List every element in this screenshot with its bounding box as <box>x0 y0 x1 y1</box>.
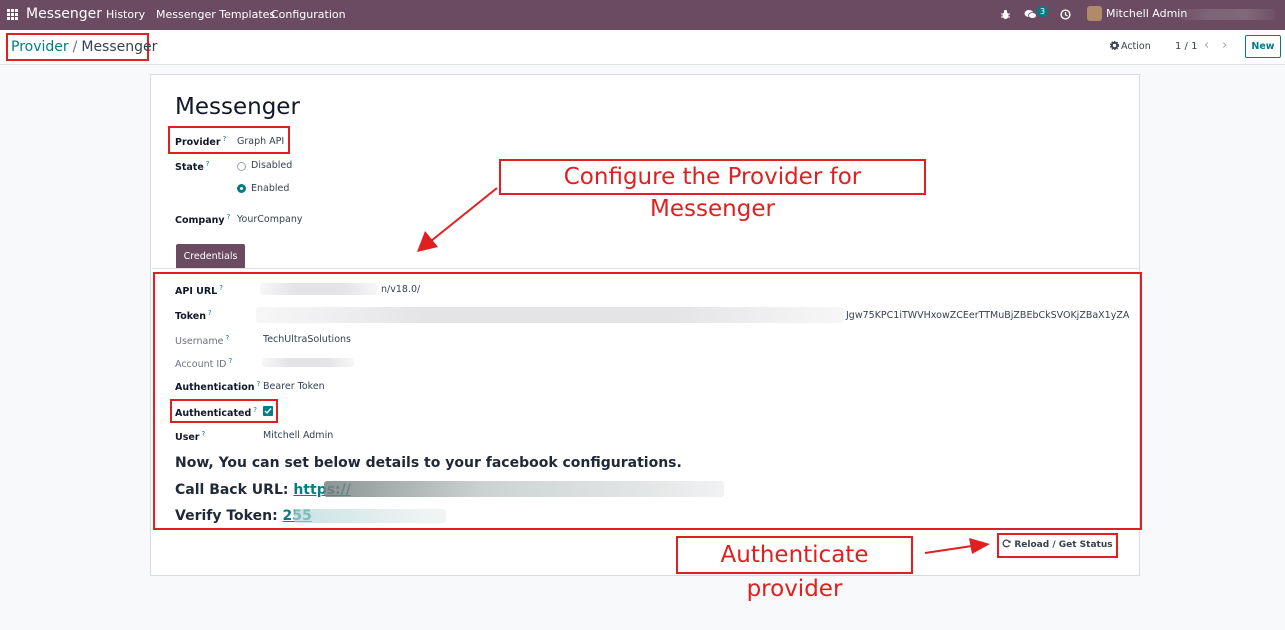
message-count-badge: 3 <box>1037 6 1049 17</box>
authentication-value[interactable]: Bearer Token <box>263 381 325 392</box>
blurred-verify-token <box>294 509 446 523</box>
blurred-db-name <box>1180 9 1275 20</box>
state-disabled-label[interactable]: Disabled <box>251 160 292 171</box>
state-enabled-radio[interactable] <box>237 184 246 193</box>
company-value[interactable]: YourCompany <box>237 214 302 225</box>
check-icon <box>264 408 272 415</box>
verify-token-label: Verify Token: <box>175 508 278 524</box>
blurred-token <box>256 307 844 323</box>
user-label: User? <box>175 430 206 444</box>
control-panel <box>0 30 1285 65</box>
username-label: Username? <box>175 334 230 348</box>
reload-button-label: Reload / Get Status <box>1014 540 1113 550</box>
authenticate-provider-callout: Authenticate provider <box>676 536 913 602</box>
breadcrumb-provider-link[interactable]: Provider <box>11 39 69 55</box>
verify-token-row: Verify Token: 255 <box>175 508 312 524</box>
menu-configuration[interactable]: Configuration <box>271 8 346 21</box>
record-title: Messenger <box>175 94 300 120</box>
avatar[interactable] <box>1087 6 1102 21</box>
action-button[interactable]: Action <box>1109 40 1151 52</box>
pager-value[interactable]: 1 / 1 <box>1175 41 1197 52</box>
authentication-label: Authentication? <box>175 380 261 394</box>
company-label: Company? <box>175 213 231 227</box>
state-label: State? <box>175 160 210 174</box>
account-id-label: Account ID? <box>175 357 233 371</box>
callback-url-label: Call Back URL: <box>175 482 289 498</box>
chat-icon[interactable] <box>1024 9 1037 20</box>
new-button[interactable]: New <box>1245 35 1281 58</box>
annotation-arrow-icon <box>417 187 498 252</box>
state-enabled-label[interactable]: Enabled <box>251 183 289 194</box>
refresh-icon <box>1002 539 1012 548</box>
pager-previous-icon[interactable]: ‹ <box>1204 38 1209 53</box>
reload-get-status-button[interactable]: Reload / Get Status <box>997 533 1118 558</box>
user-menu-name[interactable]: Mitchell Admin <box>1106 7 1187 20</box>
configure-provider-callout: Configure the Provider for Messenger <box>499 159 926 222</box>
authenticated-checkbox[interactable] <box>263 406 273 416</box>
form-sheet <box>150 74 1140 576</box>
api-url-value[interactable]: n/v18.0/ <box>381 284 420 295</box>
username-value: TechUltraSolutions <box>263 334 351 345</box>
gear-icon <box>1109 40 1120 51</box>
user-value[interactable]: Mitchell Admin <box>263 430 333 441</box>
tab-divider <box>152 268 1138 269</box>
facebook-config-heading: Now, You can set below details to your f… <box>175 455 682 471</box>
app-brand[interactable]: Messenger <box>26 6 102 22</box>
breadcrumb-current: Messenger <box>81 39 158 55</box>
bug-icon[interactable] <box>1000 9 1011 20</box>
clock-icon[interactable] <box>1060 9 1071 20</box>
blurred-callback-url <box>324 481 724 497</box>
top-navbar: Messenger History Messenger Templates Co… <box>0 0 1285 30</box>
authenticated-label: Authenticated? <box>175 406 257 420</box>
blurred-api-url <box>260 283 378 295</box>
token-label: Token? <box>175 309 212 323</box>
action-label: Action <box>1121 41 1151 52</box>
state-disabled-radio[interactable] <box>237 162 246 171</box>
provider-label: Provider? <box>175 135 227 149</box>
provider-value[interactable]: Graph API <box>237 136 284 147</box>
breadcrumb: Provider / Messenger <box>6 33 157 61</box>
menu-messenger-templates[interactable]: Messenger Templates <box>156 8 275 21</box>
annotation-arrow-icon <box>924 538 990 554</box>
pager-next-icon[interactable]: › <box>1222 38 1227 53</box>
tab-credentials[interactable]: Credentials <box>176 244 245 269</box>
token-value[interactable]: Jgw75KPC1iTWVHxowZCEerTTMuBjZBEbCkSVOKjZ… <box>846 310 1129 321</box>
menu-history[interactable]: History <box>106 8 145 21</box>
apps-grid-icon[interactable] <box>7 9 18 20</box>
blurred-account-id <box>262 358 354 367</box>
api-url-label: API URL? <box>175 284 223 298</box>
breadcrumb-separator: / <box>72 39 78 55</box>
